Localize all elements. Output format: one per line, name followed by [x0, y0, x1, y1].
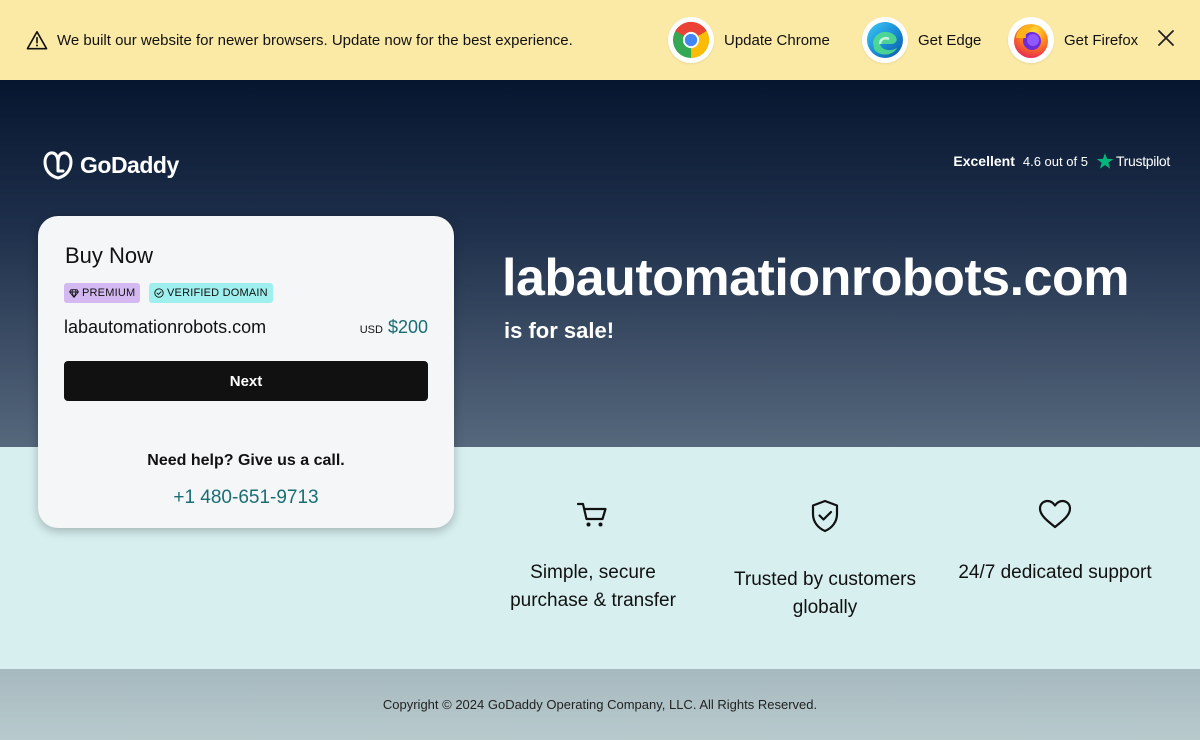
help-text: Need help? Give us a call. [147, 452, 345, 469]
godaddy-logo-icon [43, 151, 73, 180]
next-button[interactable]: Next [64, 361, 428, 401]
cart-icon [576, 502, 607, 527]
shield-check-icon [811, 499, 839, 533]
update-chrome-label: Update Chrome [724, 31, 830, 49]
check-circle-icon [154, 288, 164, 298]
verified-domain-badge: VERIFIED DOMAIN [149, 283, 273, 303]
trustpilot-rating[interactable]: Excellent 4.6 out of 5 Trustpilot [953, 152, 1170, 170]
get-firefox-link[interactable]: Get Firefox [1008, 17, 1138, 63]
diamond-icon [69, 288, 79, 298]
close-icon[interactable] [1155, 27, 1177, 49]
phone-link[interactable]: +1 480-651-9713 [38, 487, 454, 509]
update-chrome-link[interactable]: Update Chrome [668, 17, 830, 63]
copyright-text: Copyright © 2024 GoDaddy Operating Compa… [382, 697, 818, 712]
buy-now-card: Buy Now PREMIUM VERIFIED DOMAIN labautom… [38, 216, 454, 528]
chrome-icon [668, 17, 714, 63]
feature-secure-purchase-text: Simple, secure purchase & transfer [510, 562, 676, 611]
footer: Copyright © 2024 GoDaddy Operating Compa… [0, 669, 1200, 740]
browser-update-banner: We built our website for newer browsers.… [0, 0, 1200, 80]
price-amount: $200 [387, 317, 428, 337]
trustpilot-brand: Trustpilot [1115, 153, 1170, 169]
get-firefox-label: Get Firefox [1064, 31, 1139, 49]
get-edge-label: Get Edge [918, 31, 982, 49]
rating-score: 4.6 out of 5 [1022, 153, 1088, 169]
price: USD $200 [360, 317, 428, 338]
feature-support: 24/7 dedicated support [945, 498, 1165, 587]
feature-support-text: 24/7 dedicated support [958, 562, 1152, 583]
for-sale-subtitle: is for sale! [504, 318, 615, 343]
godaddy-logo[interactable]: GoDaddy [42, 150, 179, 180]
price-currency: USD [359, 324, 383, 336]
get-edge-link[interactable]: Get Edge [862, 17, 981, 63]
feature-secure-purchase: Simple, secure purchase & transfer [498, 498, 688, 615]
rating-label: Excellent [953, 153, 1015, 169]
domain-title: labautomationrobots.com [502, 249, 1129, 307]
godaddy-logo-text: GoDaddy [80, 151, 179, 178]
warning-icon [26, 31, 48, 50]
premium-badge-label: PREMIUM [82, 287, 136, 299]
banner-message: We built our website for newer browsers.… [57, 32, 573, 49]
feature-trusted: Trusted by customers globally [720, 498, 930, 622]
premium-badge: PREMIUM [64, 283, 141, 303]
edge-icon [862, 17, 908, 63]
card-domain-name: labautomationrobots.com [64, 317, 267, 337]
feature-trusted-text: Trusted by customers globally [734, 569, 916, 618]
verified-badge-label: VERIFIED DOMAIN [167, 287, 268, 299]
heart-icon [1038, 499, 1072, 529]
trustpilot-star-icon [1096, 153, 1114, 169]
card-title: Buy Now [65, 243, 154, 268]
firefox-icon [1008, 17, 1054, 63]
